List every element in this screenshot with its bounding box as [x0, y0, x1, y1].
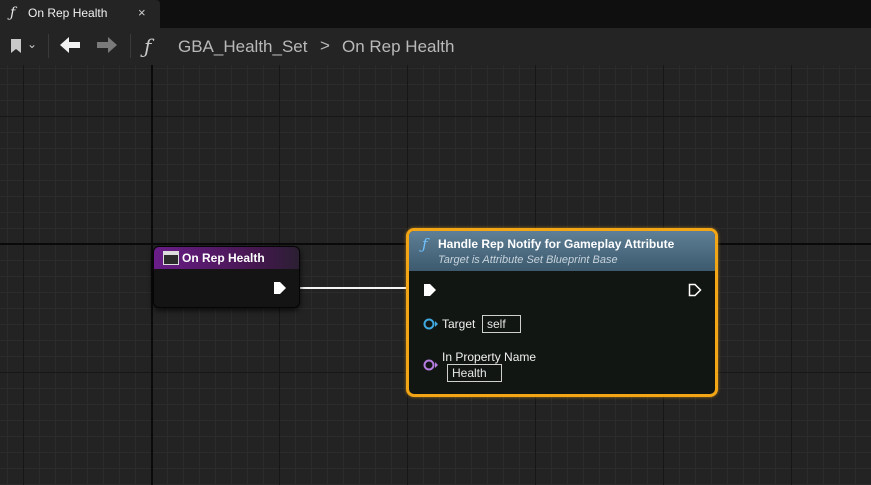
- breadcrumb-current: On Rep Health: [342, 37, 455, 56]
- target-pin-icon[interactable]: [423, 318, 439, 330]
- exec-input-pin-icon[interactable]: [423, 283, 437, 297]
- target-field[interactable]: self: [482, 315, 521, 333]
- node-subtitle: Target is Attribute Set Blueprint Base: [438, 254, 618, 266]
- breadcrumb-parent[interactable]: GBA_Health_Set: [178, 37, 307, 57]
- toolbar-divider: [48, 34, 49, 58]
- exec-output-pin-icon[interactable]: [273, 281, 287, 295]
- exec-output-pin-icon[interactable]: [688, 283, 702, 297]
- tab-bar: ƒ On Rep Health ×: [0, 0, 871, 28]
- bookmark-icon[interactable]: [10, 38, 22, 54]
- node-title: On Rep Health: [182, 251, 265, 265]
- property-name-field[interactable]: Health: [447, 364, 502, 382]
- function-node-handle-rep-notify[interactable]: ƒ Handle Rep Notify for Gameplay Attribu…: [406, 228, 718, 397]
- event-node-on-rep-health[interactable]: On Rep Health: [153, 246, 300, 308]
- node-header: On Rep Health: [154, 247, 299, 269]
- node-header: ƒ Handle Rep Notify for Gameplay Attribu…: [409, 231, 715, 271]
- breadcrumb-separator: >: [320, 36, 330, 55]
- event-icon: [163, 251, 179, 265]
- property-name-pin-icon[interactable]: [423, 359, 439, 371]
- tab-title: On Rep Health: [28, 6, 108, 20]
- function-icon: ƒ: [144, 34, 152, 58]
- toolbar: ⌄ ƒ GBA_Health_Set > On Rep Health: [0, 28, 871, 65]
- tab-on-rep-health[interactable]: ƒ On Rep Health ×: [0, 0, 160, 28]
- property-name-label: In Property Name: [442, 350, 537, 364]
- chevron-down-icon[interactable]: ⌄: [27, 37, 37, 51]
- exec-wire[interactable]: [298, 287, 408, 289]
- function-icon: ƒ: [422, 235, 428, 253]
- toolbar-divider: [130, 34, 131, 58]
- close-icon[interactable]: ×: [138, 5, 146, 20]
- back-arrow-icon[interactable]: [59, 35, 81, 55]
- node-title: Handle Rep Notify for Gameplay Attribute: [438, 237, 675, 251]
- forward-arrow-icon[interactable]: [96, 35, 118, 55]
- function-icon: ƒ: [10, 5, 16, 21]
- target-label: Target: [442, 317, 476, 331]
